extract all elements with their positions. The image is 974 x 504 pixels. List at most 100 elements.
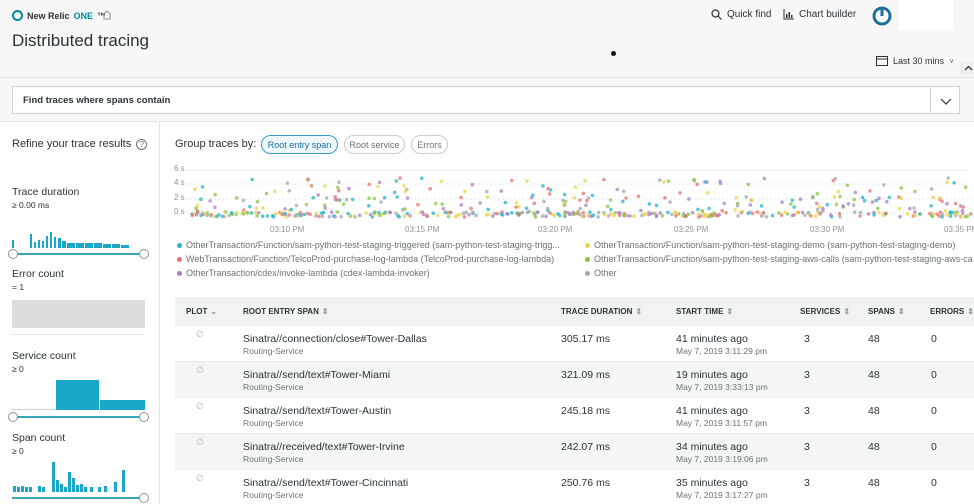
root-entry-span[interactable]: Sinatra//send/text#Tower-Austin [243, 405, 391, 417]
trace-point [690, 210, 695, 215]
y-tick-label: 4 s [174, 178, 185, 187]
legend-item[interactable]: OtherTransaction/Function/sam-python-tes… [585, 240, 955, 250]
legend-item[interactable]: WebTransaction/Function/TelcoProd-purcha… [177, 254, 554, 264]
trace-point [845, 183, 850, 188]
group-by-errors[interactable]: Errors [411, 135, 448, 154]
trace-point [353, 214, 357, 219]
chart-builder-button[interactable]: Chart builder [783, 9, 856, 20]
trace-duration-slider[interactable] [8, 249, 149, 259]
trace-point [818, 211, 823, 215]
legend-item[interactable]: OtherTransaction/cdex/invoke-lambda (cde… [177, 268, 430, 278]
brand-logo[interactable]: New Relic ONE ™ [12, 10, 106, 21]
root-entry-span[interactable]: Sinatra//send/text#Tower-Cincinnati [243, 477, 408, 489]
legend-item[interactable]: OtherTransaction/Function/sam-python-tes… [585, 254, 973, 264]
trace-point [717, 213, 721, 217]
table-row[interactable]: ∅ Sinatra//send/text#Tower-Miami Routing… [175, 362, 974, 398]
trace-point [695, 182, 699, 186]
trace-point [229, 210, 234, 215]
help-icon[interactable]: ? [136, 138, 148, 150]
table-row[interactable]: ∅ Sinatra//send/text#Tower-Austin Routin… [175, 398, 974, 434]
trace-point [696, 212, 701, 217]
trace-point [562, 213, 567, 218]
service-count-min-handle[interactable] [8, 412, 18, 422]
column-services[interactable]: SERVICES ⇕ [800, 307, 850, 316]
trace-point [388, 210, 392, 215]
root-entry-span[interactable]: Sinatra//connection/close#Tower-Dallas [243, 333, 427, 345]
trace-point [195, 209, 200, 213]
service-count-max-handle[interactable] [139, 412, 149, 422]
time-range-picker[interactable]: Last 30 mins ∨ [876, 55, 954, 66]
trace-duration: 250.76 ms [561, 477, 611, 489]
spans-count: 48 [868, 441, 880, 453]
trace-point [596, 215, 600, 219]
table-row[interactable]: ∅ Sinatra//received/text#Tower-Irvine Ro… [175, 434, 974, 470]
trace-point [858, 214, 862, 218]
scroll-up-button[interactable] [961, 62, 974, 75]
column-trace-duration[interactable]: TRACE DURATION ⇕ [561, 307, 642, 316]
trace-point [746, 211, 750, 216]
trace-point [379, 200, 383, 204]
trace-point [929, 204, 933, 208]
user-menu-area[interactable] [899, 0, 953, 30]
column-spans[interactable]: SPANS ⇕ [868, 307, 905, 316]
table-row[interactable]: ∅ Sinatra//send/text#Tower-Cincinnati Ro… [175, 470, 974, 504]
trace-point [621, 199, 625, 204]
trace-point [253, 210, 258, 215]
column-root-entry-span[interactable]: ROOT ENTRY SPAN ⇕ [243, 307, 329, 316]
column-plot[interactable]: PLOT ⌄ [186, 307, 217, 316]
column-start-time[interactable]: START TIME ⇕ [676, 307, 733, 316]
plot-toggle-icon[interactable]: ∅ [196, 473, 204, 484]
home-icon[interactable] [102, 10, 112, 20]
plot-toggle-icon[interactable]: ∅ [196, 401, 204, 412]
search-expand-button[interactable] [930, 86, 960, 114]
legend-item[interactable]: Other [585, 268, 617, 278]
quick-find-button[interactable]: Quick find [711, 9, 771, 20]
span-count-max-handle[interactable] [139, 493, 149, 503]
trace-duration-min-handle[interactable] [8, 249, 18, 259]
spans-count: 48 [868, 405, 880, 417]
trace-point [755, 210, 760, 214]
group-by-root-service[interactable]: Root service [344, 135, 405, 154]
trace-point [344, 197, 349, 202]
plot-toggle-icon[interactable]: ∅ [196, 437, 204, 448]
errors-count: 0 [931, 333, 937, 345]
table-row[interactable]: ∅ Sinatra//connection/close#Tower-Dallas… [175, 326, 974, 362]
trace-point [341, 202, 346, 206]
trace-point [733, 208, 737, 212]
span-count-slider[interactable] [12, 493, 149, 503]
trace-point [505, 212, 509, 216]
trace-point [654, 203, 659, 208]
trace-point [853, 190, 858, 195]
trace-point [428, 187, 433, 191]
trace-duration-max-handle[interactable] [139, 249, 149, 259]
trace-point [841, 204, 845, 208]
trace-point [324, 196, 329, 200]
column-errors[interactable]: ERRORS ⇕ [930, 307, 974, 316]
trace-point [846, 202, 851, 206]
trace-point [367, 182, 372, 187]
trace-point [540, 214, 545, 218]
trace-scatter-plot[interactable]: 6 s 4 s 2 s 0 s 03:10 PM 03:15 PM 03:20 PM 03:… [172, 160, 974, 236]
trace-point [419, 176, 424, 181]
services-count: 3 [804, 441, 810, 453]
services-count: 3 [804, 477, 810, 489]
plot-toggle-icon[interactable]: ∅ [196, 329, 204, 340]
column-plot-label: PLOT [186, 307, 208, 316]
column-spans-label: SPANS [868, 307, 895, 316]
root-service: Routing-Service [243, 346, 304, 356]
root-entry-span[interactable]: Sinatra//send/text#Tower-Miami [243, 369, 390, 381]
account-power-button[interactable] [871, 5, 893, 27]
root-entry-span[interactable]: Sinatra//received/text#Tower-Irvine [243, 441, 405, 453]
trace-point [486, 207, 490, 212]
trace-point [323, 184, 327, 188]
group-by-root-entry-span[interactable]: Root entry span [261, 135, 338, 154]
plot-toggle-icon[interactable]: ∅ [196, 365, 204, 376]
trace-point [347, 186, 351, 191]
trace-point [946, 176, 950, 180]
legend-item[interactable]: OtherTransaction/Function/sam-python-tes… [177, 240, 560, 250]
trace-point [780, 200, 784, 204]
trace-point [945, 180, 949, 184]
service-count-slider[interactable] [8, 412, 149, 422]
trace-search-input[interactable]: Find traces where spans contain [12, 86, 931, 114]
spans-count: 48 [868, 477, 880, 489]
